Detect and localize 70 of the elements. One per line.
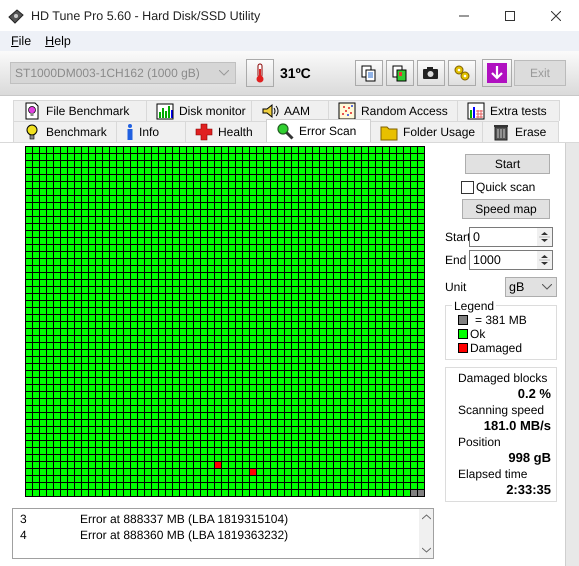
spinner-icon (537, 228, 552, 246)
spinner-icon (537, 251, 552, 269)
picture-copy-icon (391, 64, 409, 82)
stat-label: Scanning speed (458, 403, 546, 418)
start-button[interactable]: Start (465, 154, 550, 174)
trash-can-icon (492, 123, 510, 141)
legend-title: Legend (452, 299, 496, 313)
scroll-up-icon (422, 514, 430, 520)
tab[interactable]: AAM (251, 100, 329, 121)
tab[interactable]: Random Access (328, 100, 458, 121)
stat-value: 0.2 % (516, 386, 551, 403)
close-icon[interactable] (551, 10, 561, 20)
scroll-down-icon (422, 547, 430, 553)
bar-chart-icon (156, 102, 174, 120)
copy-icon (360, 64, 378, 82)
copy-picture-button[interactable] (386, 60, 414, 86)
scrollbar[interactable] (419, 509, 433, 558)
tab[interactable]: Erase (482, 121, 559, 142)
log-number: 3 (20, 512, 28, 526)
magnifier-icon (276, 122, 294, 140)
copy-button[interactable] (355, 60, 383, 86)
tab[interactable]: File Benchmark (13, 100, 147, 121)
tab[interactable]: Error Scan (266, 119, 371, 142)
maximize-icon[interactable] (505, 10, 515, 20)
info-icon (126, 123, 134, 141)
unit-dropdown[interactable]: gB (505, 277, 557, 297)
checkbox-label: Quick scan (476, 180, 536, 194)
log-number: 4 (20, 528, 28, 542)
cross-icon (195, 123, 213, 141)
window-title: HD Tune Pro 5.60 - Hard Disk/SSD Utility (31, 8, 262, 22)
screenshot-button[interactable] (417, 60, 445, 86)
tab[interactable]: Folder Usage (370, 121, 483, 142)
number-field[interactable]: 0 (469, 227, 553, 247)
speed-map-button[interactable]: Speed map (462, 199, 550, 219)
tab[interactable]: Disk monitor (146, 100, 252, 121)
stat-value: 2:33:35 (505, 482, 551, 499)
field-label: End (445, 253, 468, 267)
tab[interactable]: Health (185, 121, 267, 142)
camera-icon (422, 64, 440, 82)
chart-grid-icon (467, 102, 485, 120)
tab[interactable]: Extra tests (457, 100, 560, 121)
thermometer-icon (255, 63, 265, 83)
checkbox[interactable] (461, 180, 474, 194)
options-button[interactable] (448, 60, 476, 86)
log-entry: Error at 888360 MB (LBA 1819363232) (80, 528, 288, 542)
number-field[interactable]: 1000 (469, 250, 553, 270)
legend-label: Damaged (470, 341, 522, 355)
field-label: Unit (445, 280, 466, 294)
tab[interactable]: Info (116, 121, 186, 142)
speaker-icon (261, 102, 279, 120)
temperature-reading: 31ºC (280, 65, 312, 81)
stat-value: 998 gB (507, 450, 551, 467)
temperature-button[interactable] (246, 59, 274, 87)
chevron-down-icon (542, 284, 552, 290)
stat-label: Damaged blocks (458, 371, 548, 386)
stat-label: Elapsed time (458, 467, 528, 482)
gears-icon (453, 64, 471, 82)
chevron-down-icon (219, 70, 229, 76)
legend-label: = 381 MB (475, 313, 527, 327)
menu-item[interactable]: File (4, 34, 38, 48)
legend-label: Ok (470, 327, 486, 341)
menu-item[interactable]: Help (38, 34, 78, 48)
field-label: Start (445, 230, 469, 244)
stat-label: Position (458, 435, 502, 450)
tab[interactable]: Benchmark (13, 121, 117, 142)
log-entry: Error at 888337 MB (LBA 1819315104) (80, 512, 288, 526)
file-bulb-icon (23, 102, 41, 120)
stat-value: 181.0 MB/s (482, 418, 551, 435)
scatter-plot-icon (338, 102, 356, 120)
save-button[interactable] (482, 59, 512, 87)
